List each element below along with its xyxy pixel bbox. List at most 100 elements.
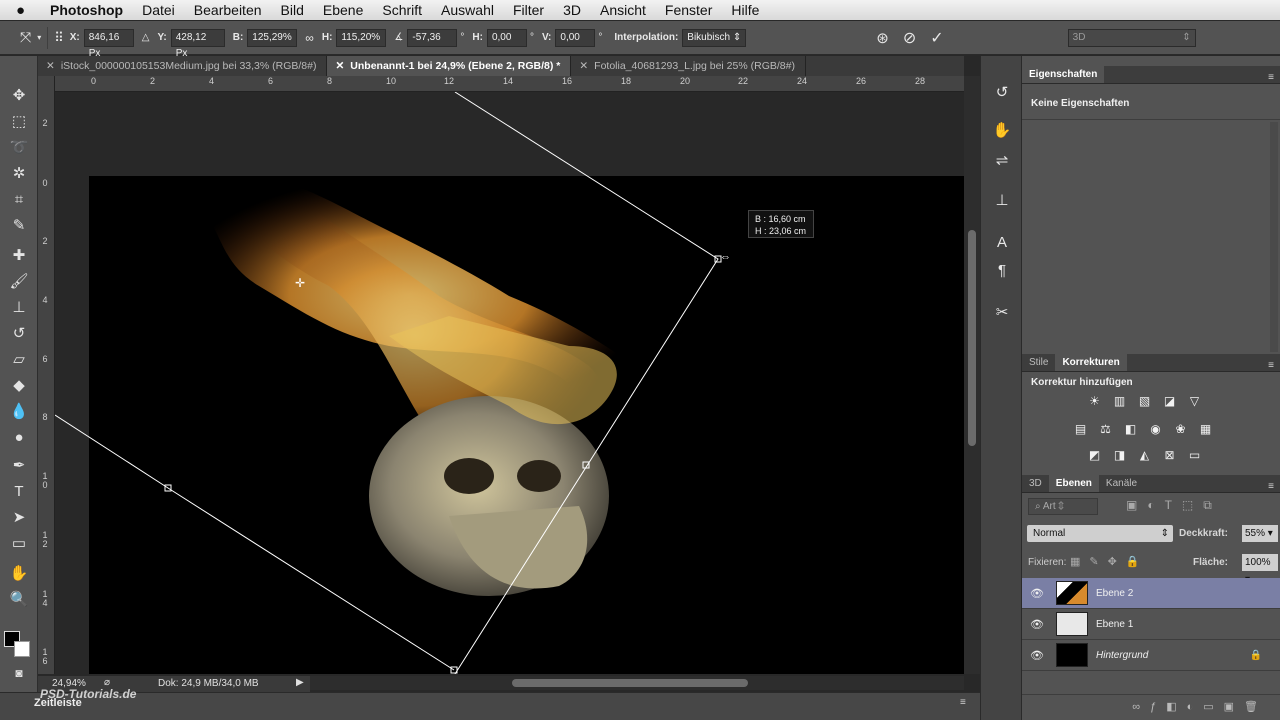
panel-menu-icon[interactable]: ≡ — [960, 697, 966, 708]
y-position-field[interactable]: 428,12 Px — [170, 28, 225, 59]
link-icon[interactable]: ∞ — [305, 31, 314, 45]
layer-row-hintergrund[interactable]: 👁 Hintergrund 🔒 — [1022, 640, 1280, 671]
adjustments-panel-icon[interactable]: ⇌ — [989, 148, 1015, 172]
menu-bearbeiten[interactable]: Bearbeiten — [194, 2, 262, 18]
reference-point-icon[interactable]: ⠿ — [54, 30, 63, 46]
move-tool-icon[interactable]: ✥ — [6, 84, 32, 106]
workspace-select[interactable]: 3D ⇕ — [1067, 28, 1196, 47]
transform-bounding-box[interactable] — [55, 92, 964, 674]
horizontal-ruler[interactable]: 0 2 4 6 8 10 12 14 16 18 20 22 24 26 28 — [55, 76, 964, 92]
vertical-ruler[interactable]: 2 0 2 4 6 8 1 0 1 2 1 4 1 6 — [38, 76, 55, 674]
rectangle-tool-icon[interactable]: ▭ — [6, 532, 32, 554]
clone-source-panel-icon[interactable]: ⊥ — [989, 188, 1015, 212]
horizontal-scrollbar[interactable] — [310, 676, 964, 690]
paragraph-panel-icon[interactable]: ¶ — [989, 258, 1015, 282]
clone-stamp-tool-icon[interactable]: ⊥ — [6, 296, 32, 318]
tool-preset-chevron-icon[interactable]: ▾ — [37, 33, 41, 42]
tab-unbenannt[interactable]: ✕ Unbenannt-1 bei 24,9% (Ebene 2, RGB/8) … — [327, 56, 572, 76]
layer-row-ebene-2[interactable]: 👁 Ebene 2 — [1022, 578, 1280, 609]
lasso-tool-icon[interactable]: ➰ — [6, 136, 32, 158]
crop-tool-icon[interactable]: ⌗ — [6, 188, 32, 210]
layer-filter-select[interactable]: ⌕ Art ⇕ — [1028, 498, 1098, 515]
visibility-eye-icon[interactable]: 👁 — [1022, 587, 1052, 600]
brush-tool-icon[interactable]: 🖌 — [6, 270, 32, 292]
eyedropper-tool-icon[interactable]: ✎ — [6, 214, 32, 236]
tab-korrekturen[interactable]: Korrekturen — [1055, 354, 1127, 371]
color-lookup-icon[interactable]: ▦ — [1197, 422, 1214, 437]
menu-hilfe[interactable]: Hilfe — [731, 2, 759, 18]
menu-filter[interactable]: Filter — [513, 2, 544, 18]
tab-kanaele[interactable]: Kanäle — [1099, 475, 1144, 492]
channel-mixer-icon[interactable]: ❀ — [1172, 422, 1189, 437]
character-panel-icon[interactable]: A — [989, 230, 1015, 254]
properties-scrollbar[interactable] — [1270, 122, 1278, 352]
apple-menu-icon[interactable]: ● — [16, 2, 38, 19]
delta-icon[interactable]: △ — [142, 32, 150, 43]
menu-schrift[interactable]: Schrift — [382, 2, 422, 18]
vibrance-icon[interactable]: ▽ — [1186, 394, 1203, 409]
brightness-icon[interactable]: ☀ — [1086, 394, 1103, 409]
rotation-field[interactable]: -57,36 — [407, 28, 458, 47]
tab-3d[interactable]: 3D — [1022, 475, 1049, 492]
dodge-tool-icon[interactable]: ● — [6, 426, 32, 448]
selective-color-icon[interactable]: ⊠ — [1161, 448, 1178, 463]
cancel-transform-icon[interactable]: ⊘ — [903, 28, 916, 48]
black-white-icon[interactable]: ◧ — [1122, 422, 1139, 437]
tool-presets-panel-icon[interactable]: ✂ — [989, 300, 1015, 324]
hue-saturation-icon[interactable]: ▤ — [1072, 422, 1089, 437]
history-brush-tool-icon[interactable]: ↺ — [6, 322, 32, 344]
magic-wand-tool-icon[interactable]: ✲ — [6, 162, 32, 184]
transform-tool-icon[interactable]: ⤧ — [20, 29, 31, 46]
threshold-icon[interactable]: ◭ — [1136, 448, 1153, 463]
status-menu-arrow-icon[interactable]: ▶ — [296, 677, 304, 688]
tab-istock[interactable]: ✕ iStock_000000105153Medium.jpg bei 33,3%… — [38, 56, 328, 76]
height-field[interactable]: 115,20% — [336, 28, 387, 47]
panel-menu-icon[interactable]: ≡ — [1268, 481, 1274, 492]
menu-datei[interactable]: Datei — [142, 2, 175, 18]
layer-filter-icons[interactable]: ▣◐T⬚⧉ — [1126, 498, 1276, 515]
close-tab-icon[interactable]: ✕ — [335, 60, 344, 72]
tab-stile[interactable]: Stile — [1022, 354, 1055, 371]
hand-tool-icon[interactable]: ✋ — [6, 562, 32, 584]
panel-menu-icon[interactable]: ≡ — [1268, 360, 1274, 371]
horizontal-scroll-thumb[interactable] — [512, 679, 748, 687]
menu-ebene[interactable]: Ebene — [323, 2, 363, 18]
blend-mode-select[interactable]: Normal ⇕ — [1027, 525, 1173, 542]
menu-app[interactable]: Photoshop — [50, 2, 123, 18]
tab-ebenen[interactable]: Ebenen — [1048, 475, 1099, 492]
blur-tool-icon[interactable]: 💧 — [6, 400, 32, 422]
gradient-map-icon[interactable]: ▭ — [1186, 448, 1203, 463]
menu-ansicht[interactable]: Ansicht — [600, 2, 646, 18]
layers-footer-icons[interactable]: ∞ƒ◧◐▭▣🗑 — [1022, 694, 1280, 720]
visibility-eye-icon[interactable]: 👁 — [1022, 649, 1052, 662]
lock-icons[interactable]: ▦✎✥🔒 — [1070, 555, 1149, 568]
zoom-tool-icon[interactable]: 🔍 — [6, 588, 32, 610]
layer-row-ebene-1[interactable]: 👁 Ebene 1 — [1022, 609, 1280, 640]
commit-transform-icon[interactable]: ✓ — [930, 28, 943, 48]
vskew-field[interactable]: 0,00 — [555, 28, 596, 47]
type-tool-icon[interactable]: T — [6, 480, 32, 502]
warp-mode-icon[interactable]: ⊛ — [876, 29, 889, 47]
layer-name[interactable]: Hintergrund — [1096, 650, 1148, 661]
pen-tool-icon[interactable]: ✒ — [6, 454, 32, 476]
visibility-eye-icon[interactable]: 👁 — [1022, 618, 1052, 631]
eraser-tool-icon[interactable]: ▱ — [6, 348, 32, 370]
fill-field[interactable]: 100% ▾ — [1242, 554, 1278, 585]
brush-panel-icon[interactable]: ✋ — [989, 118, 1015, 142]
healing-brush-tool-icon[interactable]: ✚ — [6, 244, 32, 266]
menu-3d[interactable]: 3D — [563, 2, 581, 18]
background-color-swatch[interactable] — [14, 641, 30, 657]
x-position-field[interactable]: 846,16 Px — [83, 28, 134, 59]
menu-fenster[interactable]: Fenster — [665, 2, 712, 18]
close-tab-icon[interactable]: ✕ — [46, 60, 55, 72]
paint-bucket-tool-icon[interactable]: ◆ — [6, 374, 32, 396]
path-selection-tool-icon[interactable]: ➤ — [6, 506, 32, 528]
history-panel-icon[interactable]: ↺ — [989, 80, 1015, 104]
panel-menu-icon[interactable]: ≡ — [1268, 72, 1274, 83]
curves-icon[interactable]: ▧ — [1136, 394, 1153, 409]
interpolation-select[interactable]: Bikubisch ⇕ — [682, 28, 747, 47]
color-balance-icon[interactable]: ⚖ — [1097, 422, 1114, 437]
exposure-icon[interactable]: ◪ — [1161, 394, 1178, 409]
layer-name[interactable]: Ebene 1 — [1096, 619, 1133, 630]
menu-bild[interactable]: Bild — [281, 2, 304, 18]
